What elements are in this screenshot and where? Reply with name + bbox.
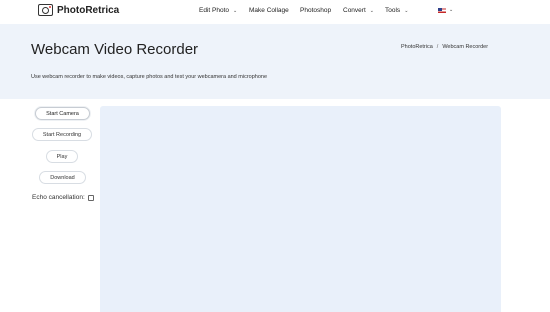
brand-logo[interactable]: PhotoRetrica — [38, 4, 119, 16]
echo-cancellation-checkbox[interactable] — [87, 194, 94, 201]
site-header: PhotoRetrica Edit Photo ⌄ Make Collage P… — [0, 0, 550, 24]
breadcrumb: PhotoRetrica / Webcam Recorder — [401, 44, 488, 50]
chevron-down-icon: ⌄ — [369, 7, 374, 14]
nav-photoshop[interactable]: Photoshop — [300, 7, 331, 14]
start-recording-button[interactable]: Start Recording — [32, 128, 92, 141]
us-flag-icon[interactable] — [438, 8, 446, 13]
chevron-down-icon: ⌄ — [233, 7, 238, 14]
nav-convert[interactable]: Convert ⌄ — [343, 7, 374, 14]
hero-banner — [0, 24, 550, 99]
start-camera-button[interactable]: Start Camera — [35, 107, 90, 120]
breadcrumb-separator: / — [436, 44, 439, 50]
echo-cancellation-row: Echo cancellation: — [32, 194, 94, 201]
breadcrumb-current: Webcam Recorder — [442, 44, 489, 50]
page-title: Webcam Video Recorder — [31, 41, 199, 58]
chevron-down-icon: ⌄ — [404, 7, 409, 14]
nav-make-collage[interactable]: Make Collage — [249, 7, 289, 14]
chevron-down-icon[interactable]: ⌄ — [449, 7, 453, 13]
camera-icon — [38, 4, 53, 16]
breadcrumb-home-link[interactable]: PhotoRetrica — [401, 44, 433, 50]
video-preview-area — [100, 106, 501, 312]
nav-edit-photo[interactable]: Edit Photo ⌄ — [199, 7, 237, 14]
play-button[interactable]: Play — [46, 150, 78, 163]
brand-name: PhotoRetrica — [57, 4, 120, 16]
page-description: Use webcam recorder to make videos, capt… — [31, 74, 268, 80]
echo-cancellation-label: Echo cancellation: — [32, 194, 85, 201]
download-button[interactable]: Download — [39, 171, 86, 184]
nav-tools[interactable]: Tools ⌄ — [385, 7, 408, 14]
